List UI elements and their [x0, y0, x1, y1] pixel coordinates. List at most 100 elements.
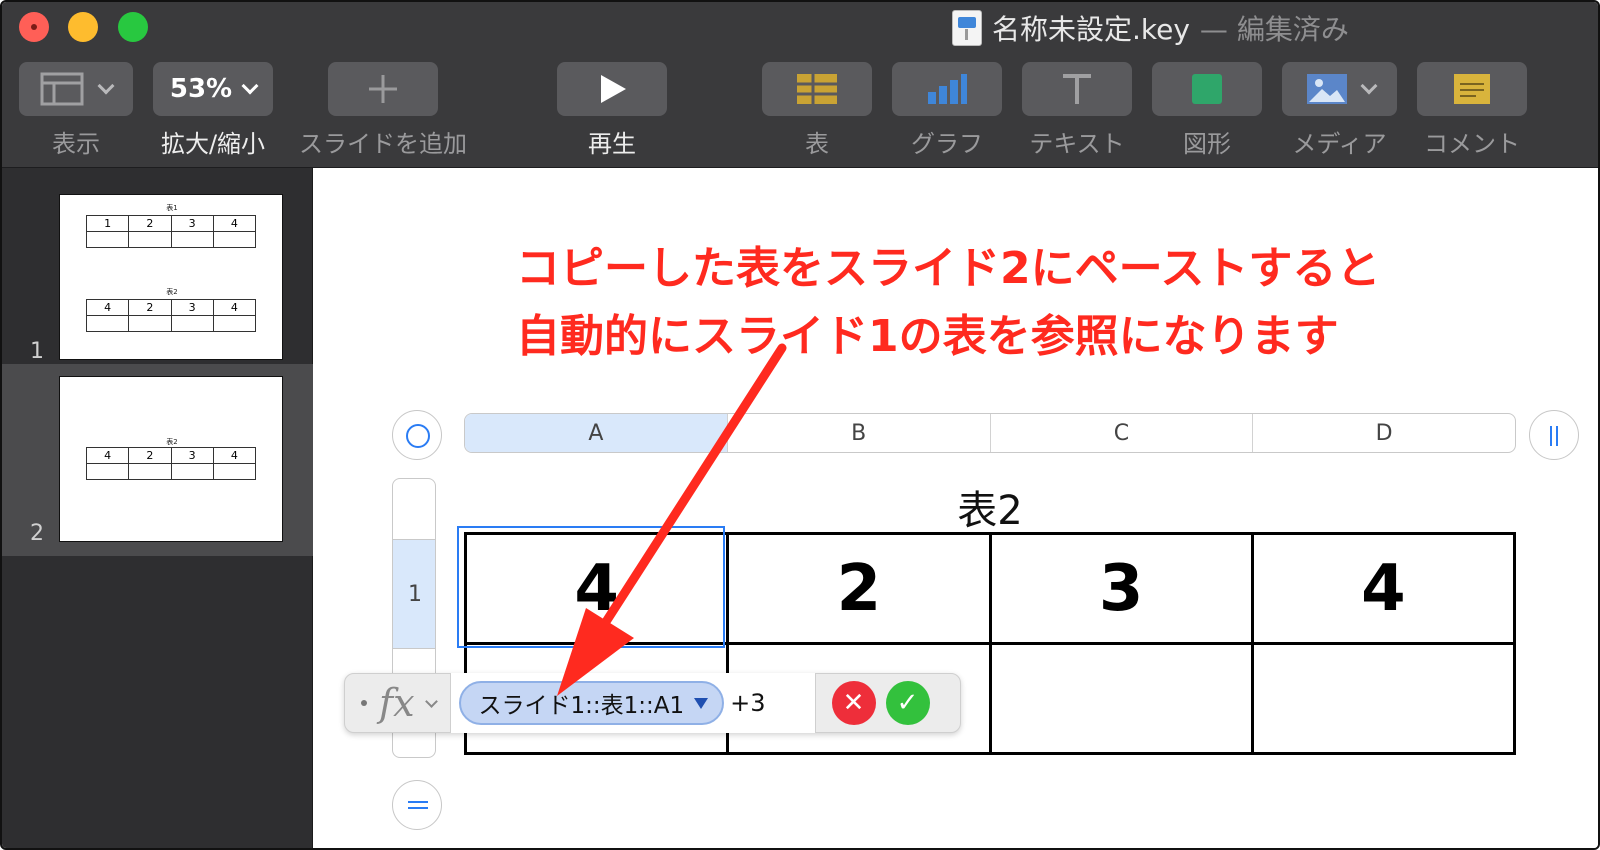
text-label: テキスト [1029, 130, 1125, 158]
add-row-handle[interactable] [392, 780, 442, 830]
thumb-table: 4 2 3 4 [85, 299, 257, 332]
play-icon [601, 75, 626, 103]
bar-chart-icon [928, 74, 967, 104]
thumb-cell: 3 [170, 299, 214, 316]
function-icon[interactable]: fx [379, 681, 415, 725]
chevron-down-icon[interactable] [424, 694, 438, 708]
square-shape-icon [1192, 74, 1222, 104]
cancel-formula-button[interactable]: ✕ [831, 681, 876, 725]
text-icon [1063, 74, 1091, 104]
table-icon [797, 74, 837, 104]
view-button[interactable] [19, 62, 133, 116]
formula-input[interactable]: スライド1::表1::A1 +3 [450, 673, 816, 733]
table-cell-c2[interactable] [988, 642, 1254, 755]
column-header-d[interactable]: D [1253, 414, 1515, 452]
comment-button[interactable] [1417, 62, 1527, 116]
annotation-line-2: 自動的にスライド1の表を参照になります [516, 311, 1339, 362]
triangle-down-icon[interactable] [694, 697, 709, 709]
table-cell-d2[interactable] [1250, 642, 1517, 755]
thumb-cell: 4 [212, 215, 257, 232]
document-name: 名称未設定.key [992, 13, 1190, 46]
table-cell-c1[interactable]: 3 [988, 532, 1254, 645]
chart-button[interactable] [892, 62, 1002, 116]
media-label: メディア [1292, 130, 1387, 158]
accept-formula-button[interactable]: ✓ [885, 681, 930, 725]
add-column-handle[interactable] [1529, 410, 1579, 460]
view-label: 表示 [52, 130, 100, 158]
thumb-cell: 2 [128, 447, 172, 464]
thumb-table-caption: 表2 [166, 288, 178, 296]
comment-note-icon [1454, 74, 1490, 104]
thumb-cell: 4 [212, 447, 257, 464]
sidebar-layout-icon [40, 72, 84, 106]
thumb-cell: 4 [85, 299, 130, 316]
chevron-down-icon [97, 77, 115, 95]
chevron-down-icon [1360, 77, 1377, 95]
zoom-label: 拡大/縮小 [160, 130, 266, 158]
drag-handle-dot[interactable] [361, 700, 367, 706]
slide-preview: 表2 4 2 3 4 [59, 376, 283, 542]
shape-label: 図形 [1183, 130, 1231, 158]
shape-button[interactable] [1152, 62, 1262, 116]
thumb-cell: 4 [85, 447, 130, 464]
slide-number: 1 [30, 339, 44, 364]
slide-navigator: 表1 1 2 3 4 表2 4 2 3 4 1 表2 4 2 3 4 2 [2, 168, 313, 848]
close-window-button[interactable] [19, 12, 49, 42]
table-label: 表 [805, 130, 829, 158]
table-row: 4 2 3 4 [463, 532, 1517, 645]
slide-thumbnail-2[interactable]: 表2 4 2 3 4 2 [2, 364, 313, 556]
toolbar: 名称未設定.key — 編集済み 表示 53% 拡大/縮小 スライドを追加 再生… [2, 2, 1598, 168]
add-slide-label: スライドを追加 [299, 130, 467, 158]
play-button[interactable] [557, 62, 667, 116]
column-header-a[interactable]: A [465, 414, 728, 452]
chevron-down-icon [241, 77, 259, 95]
column-header-b[interactable]: B [728, 414, 991, 452]
thumb-cell: 4 [212, 299, 257, 316]
zoom-window-button[interactable] [118, 12, 148, 42]
annotation-line-1: コピーした表をスライド2にペーストすると [516, 243, 1381, 294]
photo-icon [1306, 74, 1347, 104]
slide-number: 2 [30, 521, 44, 546]
slide-canvas[interactable]: コピーした表をスライド2にペーストすると 自動的にスライド1の表を参照になります… [314, 168, 1598, 848]
media-button[interactable] [1282, 62, 1397, 116]
close-icon: ✕ [842, 688, 865, 718]
chart-label: グラフ [911, 130, 983, 158]
play-label: 再生 [588, 130, 636, 158]
checkmark-icon: ✓ [896, 688, 919, 718]
cell-reference-token[interactable]: スライド1::表1::A1 [458, 681, 725, 725]
table-cell-a1[interactable]: 4 [463, 532, 730, 645]
thumb-table: 1 2 3 4 [85, 215, 257, 248]
window-title: 名称未設定.key — 編集済み [952, 8, 1349, 48]
formula-tail: +3 [730, 689, 766, 717]
zoom-popup[interactable]: 53% [153, 62, 273, 116]
thumb-cell: 1 [85, 215, 130, 232]
formula-editor: fx スライド1::表1::A1 +3 ✕ ✓ [344, 673, 961, 733]
minimize-window-button[interactable] [68, 12, 98, 42]
thumb-table-caption: 表1 [166, 204, 178, 212]
slide-preview: 表1 1 2 3 4 表2 4 2 3 4 [59, 194, 283, 360]
text-button[interactable] [1022, 62, 1132, 116]
keynote-window: 名称未設定.key — 編集済み 表示 53% 拡大/縮小 スライドを追加 再生… [0, 0, 1600, 850]
thumb-table: 4 2 3 4 [85, 447, 257, 480]
table-cell-d1[interactable]: 4 [1250, 532, 1517, 645]
zoom-value: 53% [169, 74, 233, 104]
table-title: 表2 [957, 488, 1023, 534]
thumb-cell: 2 [128, 215, 172, 232]
column-header-c[interactable]: C [991, 414, 1254, 452]
plus-icon [369, 75, 397, 103]
thumb-cell: 2 [128, 299, 172, 316]
thumb-table-caption: 表2 [166, 438, 178, 446]
slide-thumbnail-1[interactable]: 表1 1 2 3 4 表2 4 2 3 4 1 [2, 182, 313, 374]
row-header-1[interactable]: 1 [393, 539, 435, 649]
add-slide-button[interactable] [328, 62, 438, 116]
keynote-document-icon [952, 10, 982, 46]
cell-reference-text: スライド1::表1::A1 [478, 693, 685, 719]
thumb-cell: 3 [170, 215, 214, 232]
comment-label: コメント [1424, 130, 1520, 158]
table-cell-b1[interactable]: 2 [726, 532, 992, 645]
select-table-handle[interactable] [392, 410, 442, 460]
document-status: — 編集済み [1199, 13, 1349, 46]
column-header-bar: A B C D [464, 413, 1516, 453]
table-button[interactable] [762, 62, 872, 116]
thumb-cell: 3 [170, 447, 214, 464]
